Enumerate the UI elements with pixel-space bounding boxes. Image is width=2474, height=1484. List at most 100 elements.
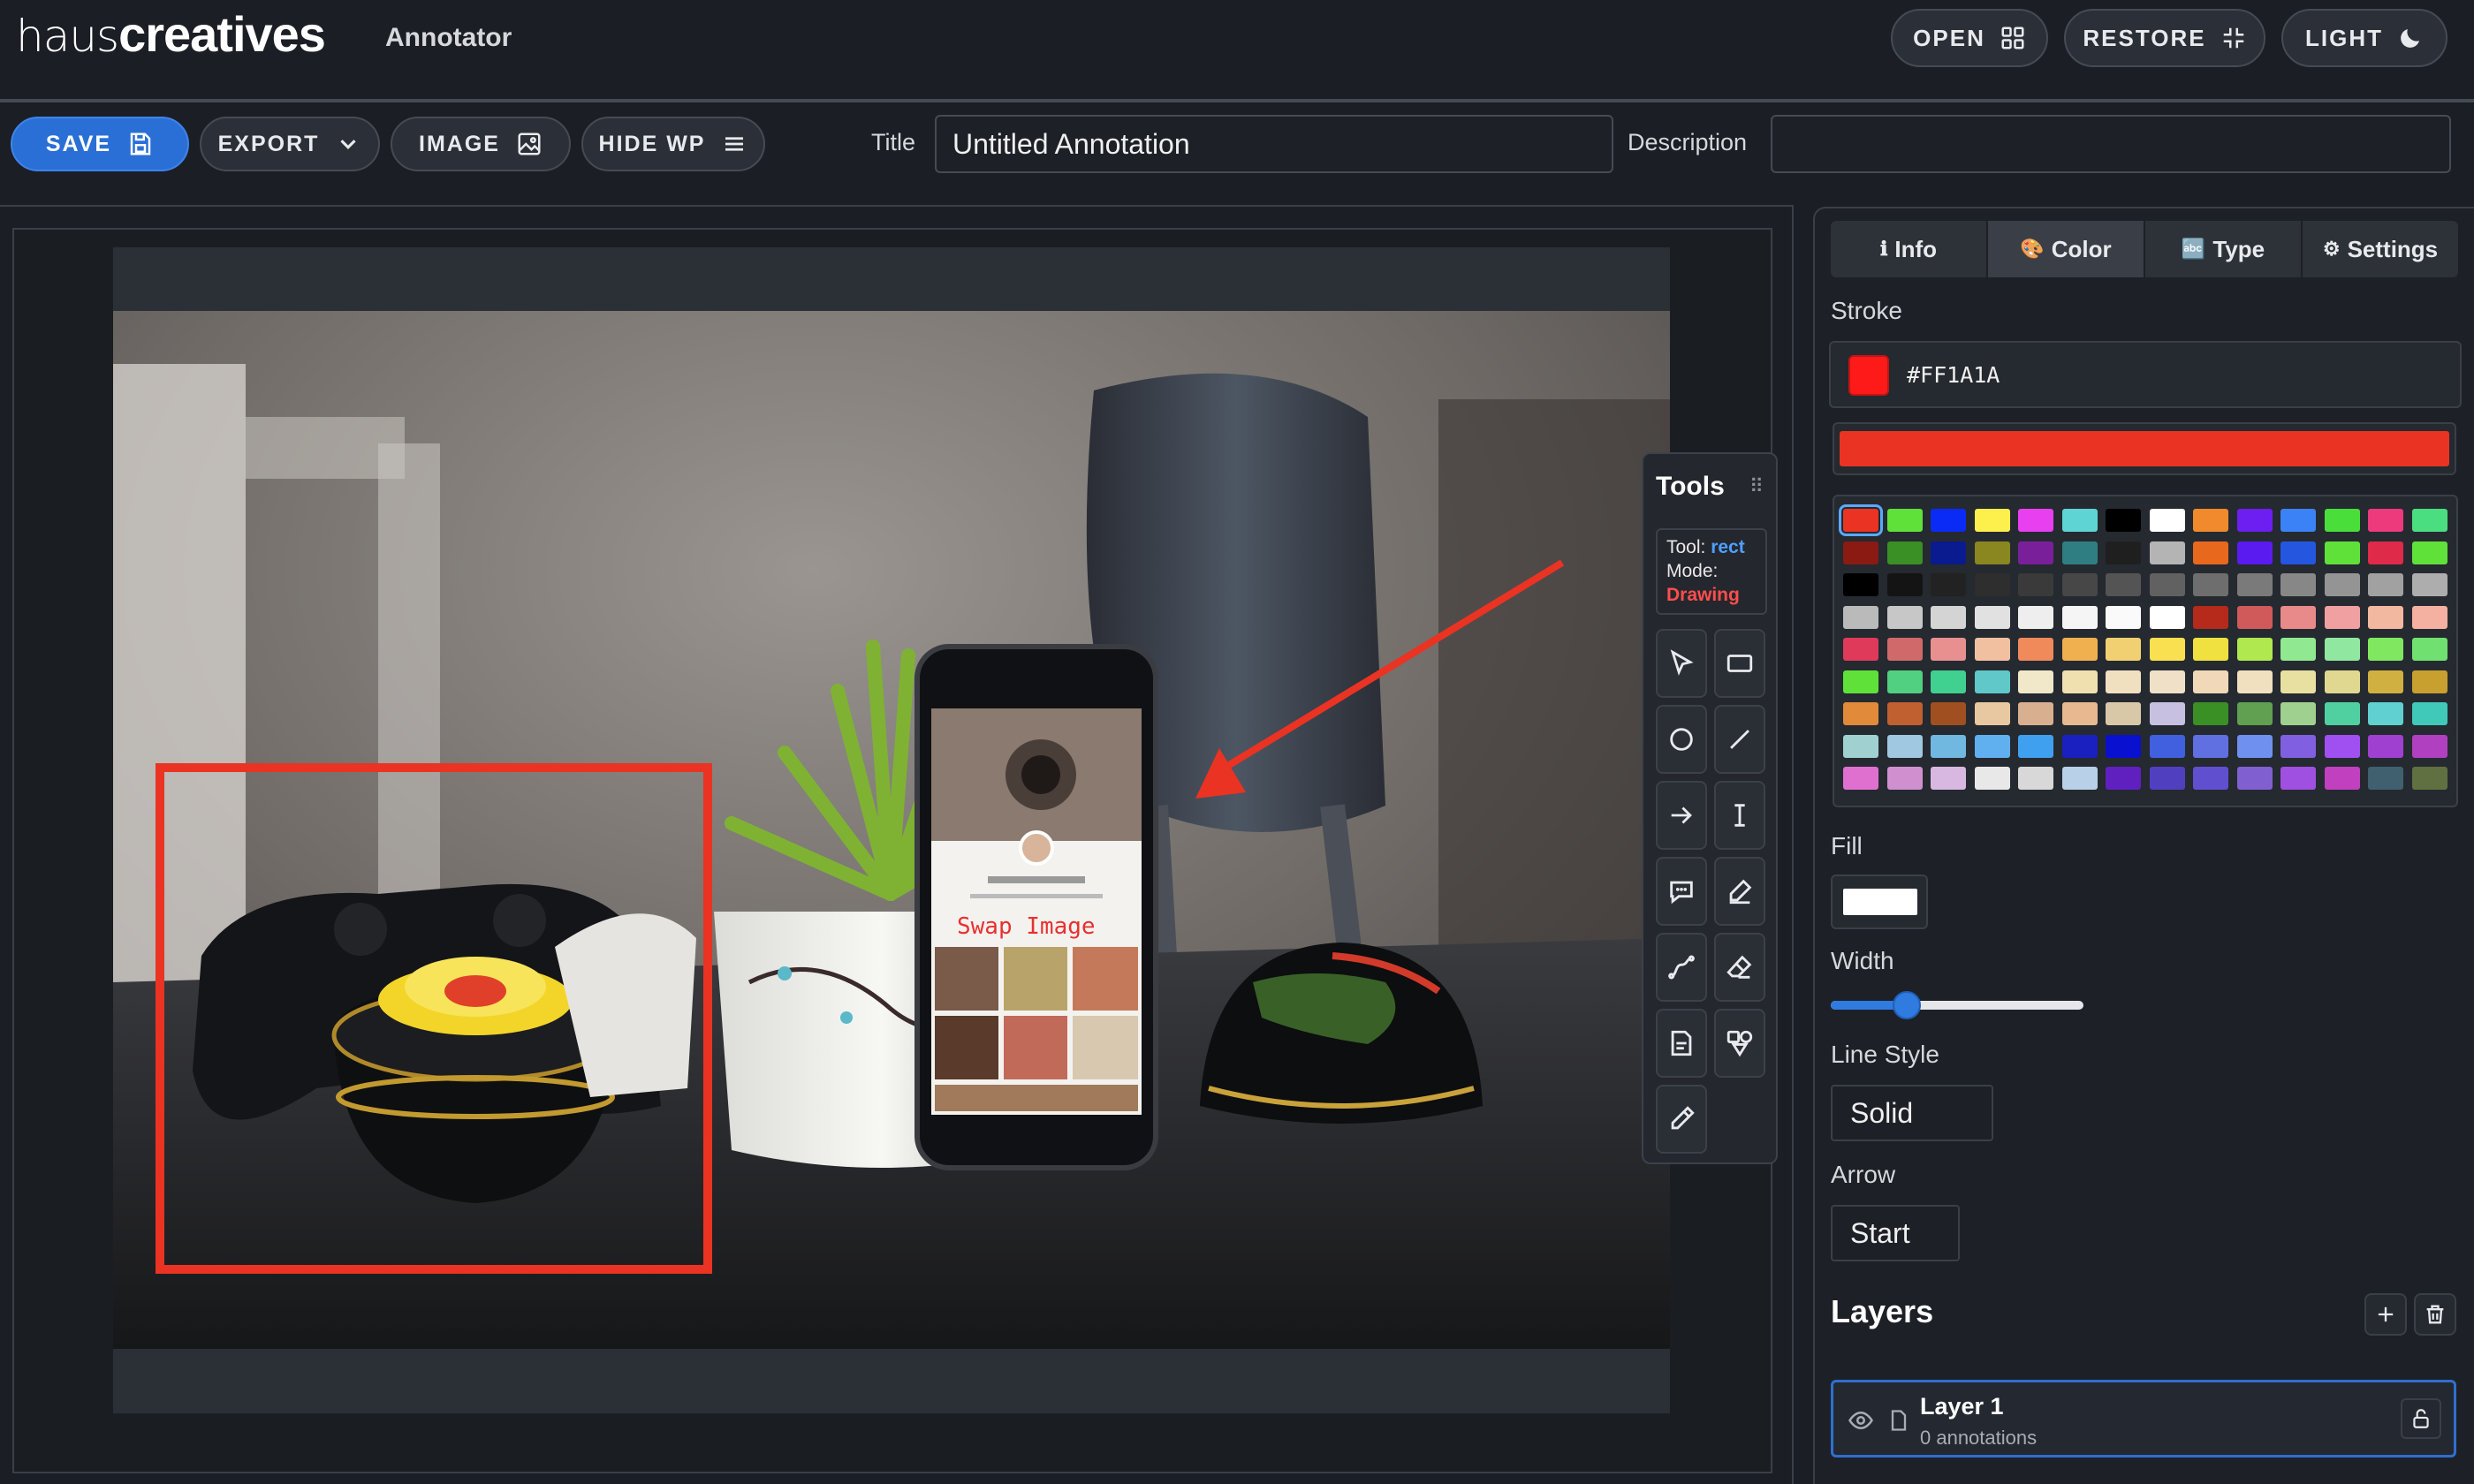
color-swatch[interactable] [2368,541,2403,564]
color-swatch[interactable] [1886,509,1923,532]
color-swatch[interactable] [2149,702,2185,725]
color-swatch[interactable] [2018,509,2053,532]
color-swatch[interactable] [2193,605,2228,629]
eye-icon[interactable] [1848,1407,1874,1434]
color-swatch[interactable] [2106,670,2141,693]
color-swatch[interactable] [2368,605,2403,629]
color-swatch[interactable] [2018,670,2053,693]
color-swatch[interactable] [2280,509,2316,532]
color-swatch[interactable] [2106,734,2141,758]
color-swatch[interactable] [2280,670,2316,693]
tab-settings[interactable]: ⚙ Settings [2303,221,2458,277]
color-swatch[interactable] [2149,734,2185,758]
color-swatch[interactable] [2236,767,2273,790]
color-swatch[interactable] [2193,541,2228,564]
color-swatch[interactable] [1974,767,2010,790]
color-swatch[interactable] [1843,605,1878,629]
line-tool-button[interactable] [1714,705,1765,774]
width-slider-thumb[interactable] [1892,991,1921,1019]
drag-handle-icon[interactable]: ⠿ [1749,475,1764,498]
color-swatch[interactable] [2193,509,2228,532]
color-swatch[interactable] [2061,573,2098,596]
color-swatch[interactable] [1839,504,1883,536]
color-swatch[interactable] [2106,605,2141,629]
color-swatch[interactable] [2061,702,2098,725]
color-swatch[interactable] [1886,767,1923,790]
export-button[interactable]: EXPORT [200,117,380,171]
color-swatch[interactable] [1843,670,1878,693]
color-swatch[interactable] [2061,767,2098,790]
color-swatch[interactable] [2106,638,2141,661]
note-tool-button[interactable] [1656,1009,1707,1078]
color-swatch[interactable] [2411,605,2447,629]
restore-button[interactable]: RESTORE [2064,9,2265,67]
color-swatch[interactable] [2018,734,2053,758]
width-slider[interactable] [1831,991,2083,1019]
color-swatch[interactable] [2324,670,2360,693]
color-swatch[interactable] [1886,638,1923,661]
color-swatch[interactable] [2324,734,2360,758]
color-swatch[interactable] [2280,702,2316,725]
color-swatch[interactable] [2236,734,2273,758]
color-swatch[interactable] [1974,541,2010,564]
color-swatch[interactable] [2106,541,2141,564]
ellipse-tool-button[interactable] [1656,705,1707,774]
eyedropper-tool-button[interactable] [1656,1085,1707,1154]
color-swatch[interactable] [2236,573,2273,596]
color-swatch[interactable] [2411,734,2447,758]
tab-type[interactable]: 🔤 Type [2145,221,2303,277]
open-button[interactable]: OPEN [1891,9,2048,67]
color-swatch[interactable] [2411,767,2447,790]
tab-color[interactable]: 🎨 Color [1988,221,2145,277]
color-swatch[interactable] [2193,573,2228,596]
color-swatch[interactable] [2280,638,2316,661]
callout-tool-button[interactable] [1656,857,1707,926]
description-input[interactable] [1771,115,2451,173]
color-swatch[interactable] [2411,509,2447,532]
color-swatch[interactable] [2149,573,2185,596]
color-swatch[interactable] [2061,734,2098,758]
color-swatch[interactable] [2368,670,2403,693]
color-swatch[interactable] [2106,702,2141,725]
stroke-color-preview[interactable] [1833,422,2456,475]
color-swatch[interactable] [2018,605,2053,629]
color-swatch[interactable] [2280,541,2316,564]
color-swatch[interactable] [2411,670,2447,693]
color-swatch[interactable] [1931,638,1966,661]
color-swatch[interactable] [2368,509,2403,532]
arrow-tool-button[interactable] [1656,781,1707,850]
color-swatch[interactable] [1931,670,1966,693]
color-swatch[interactable] [2236,509,2273,532]
stroke-color-swatch[interactable] [1848,355,1889,396]
color-swatch[interactable] [2193,670,2228,693]
stroke-color-picker[interactable]: #FF1A1A [1829,341,2462,408]
color-swatch[interactable] [1843,638,1878,661]
layer-item[interactable]: Layer 1 0 annotations [1831,1380,2456,1458]
color-swatch[interactable] [2149,509,2185,532]
color-swatch[interactable] [1974,670,2010,693]
tools-panel[interactable]: Tools ⠿ Tool: rect Mode: Drawing [1642,452,1778,1164]
color-swatch[interactable] [1931,541,1966,564]
color-swatch[interactable] [1843,573,1878,596]
color-swatch[interactable] [2149,605,2185,629]
color-swatch[interactable] [2324,573,2360,596]
color-swatch[interactable] [1843,541,1878,564]
color-swatch[interactable] [1931,767,1966,790]
color-swatch[interactable] [1974,702,2010,725]
color-swatch[interactable] [2411,541,2447,564]
color-swatch[interactable] [1931,605,1966,629]
color-swatch[interactable] [2324,509,2360,532]
color-swatch[interactable] [2368,767,2403,790]
color-swatch[interactable] [2411,638,2447,661]
tab-info[interactable]: ℹ Info [1831,221,1988,277]
color-swatch[interactable] [2236,670,2273,693]
color-swatch[interactable] [2018,702,2053,725]
color-swatch[interactable] [2061,670,2098,693]
save-button[interactable]: SAVE [11,117,189,171]
color-swatch[interactable] [1843,702,1878,725]
color-swatch[interactable] [2106,509,2141,532]
color-swatch[interactable] [1931,573,1966,596]
shapes-tool-button[interactable] [1714,1009,1765,1078]
rectangle-tool-button[interactable] [1714,629,1765,698]
select-tool-button[interactable] [1656,629,1707,698]
